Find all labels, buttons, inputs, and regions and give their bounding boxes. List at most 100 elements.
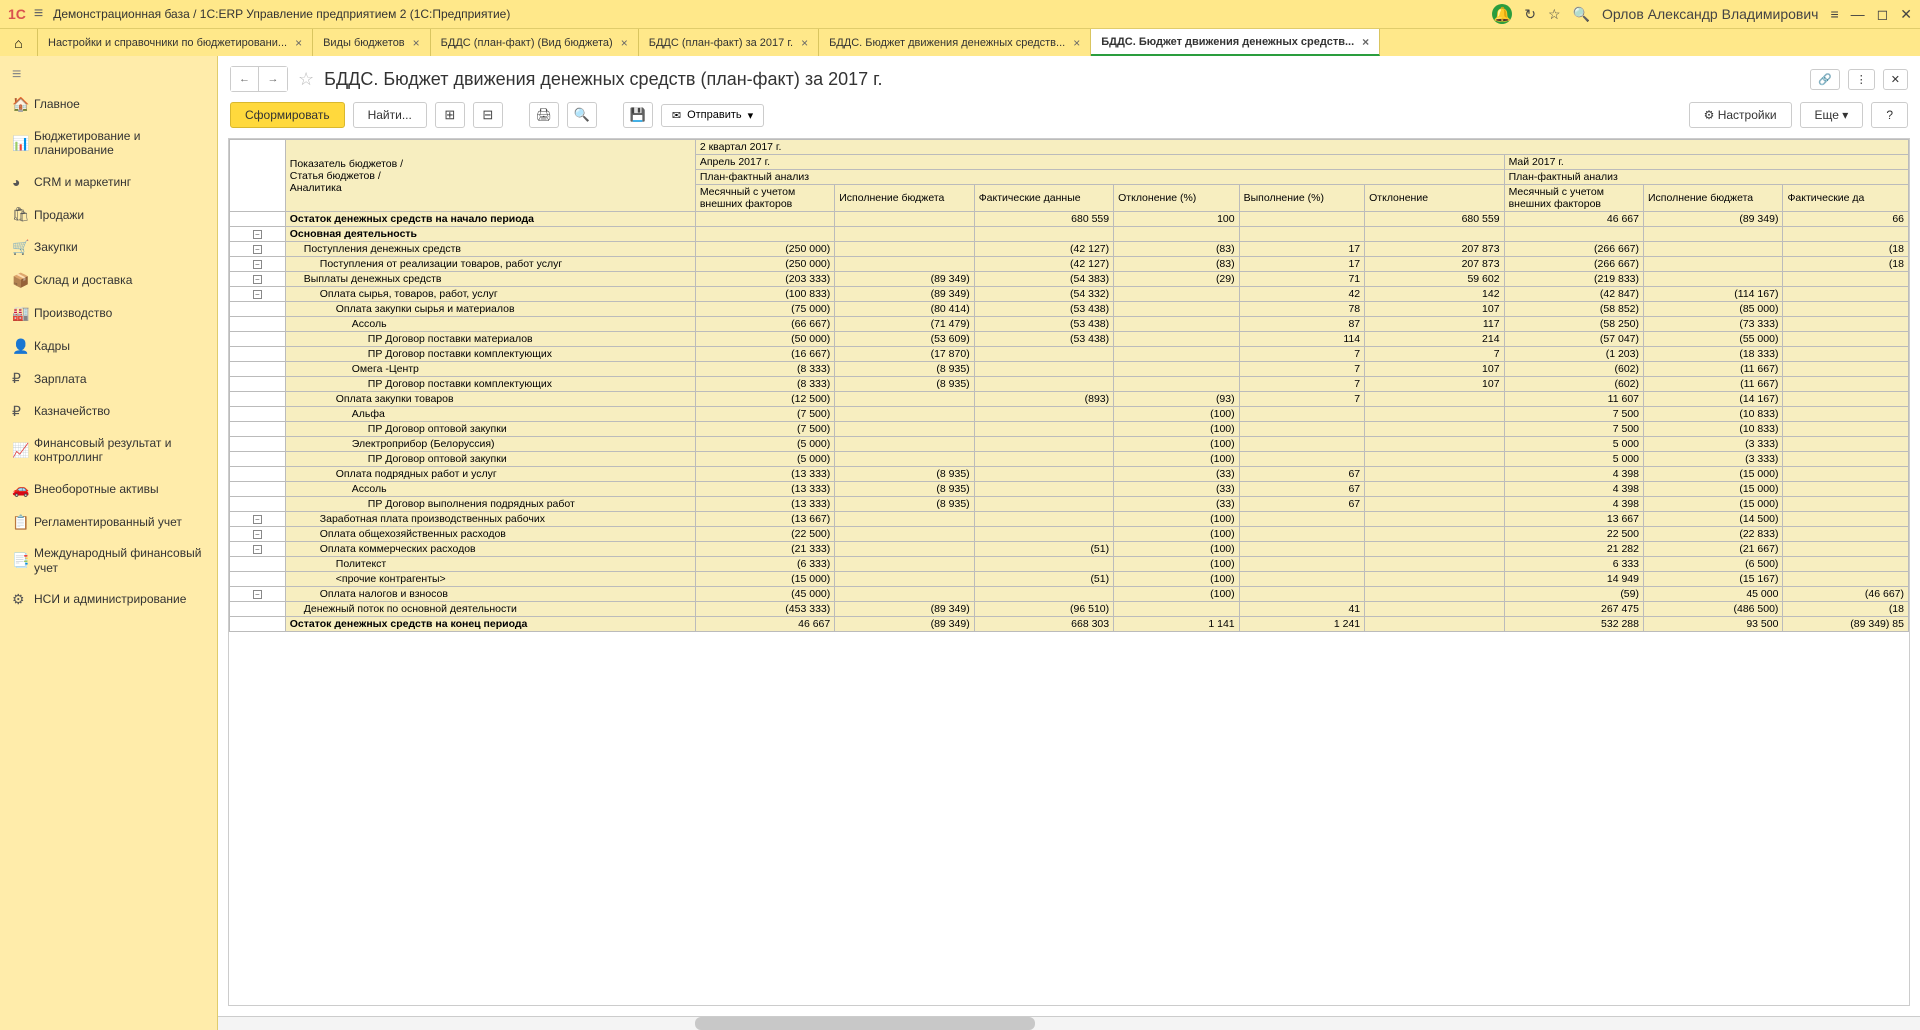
table-row[interactable]: Политекст(6 333)(100)6 333(6 500) xyxy=(230,557,1909,572)
link-icon[interactable]: 🔗 xyxy=(1810,69,1840,90)
sidebar-item-7[interactable]: 👤Кадры xyxy=(0,330,217,363)
save-icon[interactable]: 💾 xyxy=(623,102,653,128)
print-icon[interactable]: 🖨 xyxy=(529,102,559,128)
sidebar-item-10[interactable]: 📈Финансовый результат и контроллинг xyxy=(0,428,217,473)
collapse-box-icon[interactable]: − xyxy=(253,290,262,299)
expand-icon[interactable]: ⊞ xyxy=(435,102,465,128)
table-row[interactable]: −Выплаты денежных средств(203 333)(89 34… xyxy=(230,272,1909,287)
form-button[interactable]: Сформировать xyxy=(230,102,345,128)
table-row[interactable]: Омега -Центр(8 333)(8 935)7107(602)(11 6… xyxy=(230,362,1909,377)
table-row[interactable]: −Поступления денежных средств(250 000)(4… xyxy=(230,242,1909,257)
table-row[interactable]: ПР Договор оптовой закупки(7 500)(100)7 … xyxy=(230,422,1909,437)
find-button[interactable]: Найти... xyxy=(353,102,427,128)
cell: (18 xyxy=(1783,257,1909,272)
bell-icon[interactable]: 🔔 xyxy=(1492,4,1512,24)
sidebar-item-0[interactable]: 🏠Главное xyxy=(0,88,217,121)
collapse-icon[interactable]: ⊟ xyxy=(473,102,503,128)
collapse-box-icon[interactable]: − xyxy=(253,245,262,254)
sidebar-item-8[interactable]: ₽Зарплата xyxy=(0,362,217,395)
close-icon[interactable]: ✕ xyxy=(1900,6,1912,23)
collapse-box-icon[interactable]: − xyxy=(253,515,262,524)
sidebar-item-13[interactable]: 📑Международный финансовый учет xyxy=(0,538,217,583)
collapse-box-icon[interactable]: − xyxy=(253,530,262,539)
back-button[interactable]: ← xyxy=(231,67,259,91)
preview-icon[interactable]: 🔍 xyxy=(567,102,597,128)
cell xyxy=(1365,572,1504,587)
sidebar-toggle-icon[interactable]: ≡ xyxy=(0,62,217,88)
tab-close-icon[interactable]: × xyxy=(621,36,628,50)
home-tab[interactable]: ⌂ xyxy=(0,29,38,56)
table-row[interactable]: Ассоль(66 667)(71 479)(53 438)87117(58 2… xyxy=(230,317,1909,332)
table-row[interactable]: Оплата закупки сырья и материалов(75 000… xyxy=(230,302,1909,317)
scroll-thumb[interactable] xyxy=(695,1017,1035,1030)
table-row[interactable]: ПР Договор поставки комплектующих(8 333)… xyxy=(230,377,1909,392)
star-icon[interactable]: ☆ xyxy=(1548,6,1561,23)
tab-3[interactable]: БДДС (план-факт) за 2017 г.× xyxy=(639,29,819,56)
tab-2[interactable]: БДДС (план-факт) (Вид бюджета)× xyxy=(431,29,639,56)
tab-close-icon[interactable]: × xyxy=(295,36,302,50)
minimize-icon[interactable]: — xyxy=(1851,6,1865,22)
table-row[interactable]: Оплата подрядных работ и услуг(13 333)(8… xyxy=(230,467,1909,482)
help-button[interactable]: ? xyxy=(1871,102,1908,128)
send-button[interactable]: ✉ Отправить ▾ xyxy=(661,104,764,127)
collapse-box-icon[interactable]: − xyxy=(253,275,262,284)
table-row[interactable]: −Оплата общехозяйственных расходов(22 50… xyxy=(230,527,1909,542)
history-icon[interactable]: ↻ xyxy=(1524,6,1536,23)
table-row[interactable]: −Оплата сырья, товаров, работ, услуг(100… xyxy=(230,287,1909,302)
cell: (89 349) 85 xyxy=(1783,617,1909,632)
cell: 42 xyxy=(1239,287,1365,302)
table-row[interactable]: Остаток денежных средств на конец период… xyxy=(230,617,1909,632)
collapse-box-icon[interactable]: − xyxy=(253,260,262,269)
sidebar-item-3[interactable]: 🛍Продажи xyxy=(0,198,217,231)
table-row[interactable]: −Оплата коммерческих расходов(21 333)(51… xyxy=(230,542,1909,557)
table-row[interactable]: Ассоль(13 333)(8 935)(33)674 398(15 000) xyxy=(230,482,1909,497)
table-row[interactable]: <прочие контрагенты>(15 000)(51)(100)14 … xyxy=(230,572,1909,587)
sidebar-item-9[interactable]: ₽Казначейство xyxy=(0,395,217,428)
report-area[interactable]: Показатель бюджетов / Статья бюджетов / … xyxy=(228,138,1910,1006)
sidebar-item-12[interactable]: 📋Регламентированный учет xyxy=(0,506,217,539)
sidebar-item-6[interactable]: 🏭Производство xyxy=(0,297,217,330)
hamburger-icon[interactable]: ≡ xyxy=(34,5,43,23)
maximize-icon[interactable]: ◻ xyxy=(1877,6,1889,23)
sidebar-item-5[interactable]: 📦Склад и доставка xyxy=(0,264,217,297)
collapse-box-icon[interactable]: − xyxy=(253,545,262,554)
tab-5[interactable]: БДДС. Бюджет движения денежных средств..… xyxy=(1091,29,1380,56)
table-row[interactable]: −Поступления от реализации товаров, рабо… xyxy=(230,257,1909,272)
tab-1[interactable]: Виды бюджетов× xyxy=(313,29,431,56)
horizontal-scrollbar[interactable] xyxy=(218,1016,1920,1030)
table-row[interactable]: Остаток денежных средств на начало перио… xyxy=(230,212,1909,227)
more-button[interactable]: Еще ▾ xyxy=(1800,102,1864,128)
kebab-icon[interactable]: ⋮ xyxy=(1848,69,1875,90)
sidebar-item-11[interactable]: 🚗Внеоборотные активы xyxy=(0,473,217,506)
table-row[interactable]: −Заработная плата производственных рабоч… xyxy=(230,512,1909,527)
close-content-icon[interactable]: ✕ xyxy=(1883,69,1908,90)
table-row[interactable]: Оплата закупки товаров(12 500)(893)(93)7… xyxy=(230,392,1909,407)
sidebar-item-4[interactable]: 🛒Закупки xyxy=(0,231,217,264)
sidebar-item-1[interactable]: 📊Бюджетирование и планирование xyxy=(0,121,217,166)
table-row[interactable]: −Оплата налогов и взносов(45 000)(100)(5… xyxy=(230,587,1909,602)
table-row[interactable]: Альфа(7 500)(100)7 500(10 833) xyxy=(230,407,1909,422)
tab-close-icon[interactable]: × xyxy=(413,36,420,50)
table-row[interactable]: Денежный поток по основной деятельности(… xyxy=(230,602,1909,617)
table-row[interactable]: ПР Договор поставки материалов(50 000)(5… xyxy=(230,332,1909,347)
user-name[interactable]: Орлов Александр Владимирович xyxy=(1602,6,1818,22)
table-row[interactable]: −Основная деятельность xyxy=(230,227,1909,242)
favorite-icon[interactable]: ☆ xyxy=(298,69,314,90)
settings-button[interactable]: ⚙ Настройки xyxy=(1689,102,1792,128)
collapse-box-icon[interactable]: − xyxy=(253,590,262,599)
tab-0[interactable]: Настройки и справочники по бюджетировани… xyxy=(38,29,313,56)
tab-close-icon[interactable]: × xyxy=(801,36,808,50)
tab-close-icon[interactable]: × xyxy=(1073,36,1080,50)
collapse-box-icon[interactable]: − xyxy=(253,230,262,239)
search-icon[interactable]: 🔍 xyxy=(1573,6,1590,23)
table-row[interactable]: Электроприбор (Белоруссия)(5 000)(100)5 … xyxy=(230,437,1909,452)
table-row[interactable]: ПР Договор выполнения подрядных работ(13… xyxy=(230,497,1909,512)
sidebar-item-14[interactable]: ⚙НСИ и администрирование xyxy=(0,583,217,616)
tab-close-icon[interactable]: × xyxy=(1362,35,1369,49)
sidebar-item-2[interactable]: ◕CRM и маркетинг xyxy=(0,166,217,199)
table-row[interactable]: ПР Договор оптовой закупки(5 000)(100)5 … xyxy=(230,452,1909,467)
forward-button[interactable]: → xyxy=(259,67,287,91)
menu-lines-icon[interactable]: ≡ xyxy=(1830,6,1838,22)
tab-4[interactable]: БДДС. Бюджет движения денежных средств..… xyxy=(819,29,1091,56)
table-row[interactable]: ПР Договор поставки комплектующих(16 667… xyxy=(230,347,1909,362)
